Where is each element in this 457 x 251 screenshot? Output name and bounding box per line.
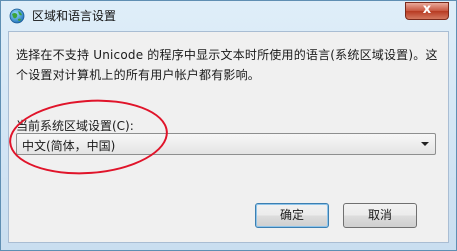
dialog-content: 选择在不支持 Unicode 的程序中显示文本时所使用的语言(系统区域设置)。这… (6, 31, 449, 243)
system-locale-value: 中文(简体，中国) (22, 139, 116, 153)
close-button[interactable]: x (405, 2, 449, 20)
cancel-button[interactable]: 取消 (343, 203, 417, 228)
description-text: 选择在不支持 Unicode 的程序中显示文本时所使用的语言(系统区域设置)。这… (16, 45, 441, 85)
system-locale-select[interactable]: 中文(简体，中国) (16, 133, 436, 155)
system-locale-label: 当前系统区域设置(C): (16, 119, 134, 133)
window-title: 区域和语言设置 (32, 9, 117, 23)
title-bar[interactable]: 区域和语言设置 x (1, 1, 456, 29)
close-icon: x (422, 2, 432, 17)
dialog-window: 区域和语言设置 x 选择在不支持 Unicode 的程序中显示文本时所使用的语言… (0, 0, 457, 251)
ok-button[interactable]: 确定 (255, 203, 329, 228)
globe-icon (9, 8, 25, 24)
description-line-2: 个设置对计算机上的所有用户帐户都有影响。 (16, 68, 261, 82)
chevron-down-icon[interactable] (421, 142, 429, 146)
description-line-1: 选择在不支持 Unicode 的程序中显示文本时所使用的语言(系统区域设置)。这 (16, 48, 438, 62)
